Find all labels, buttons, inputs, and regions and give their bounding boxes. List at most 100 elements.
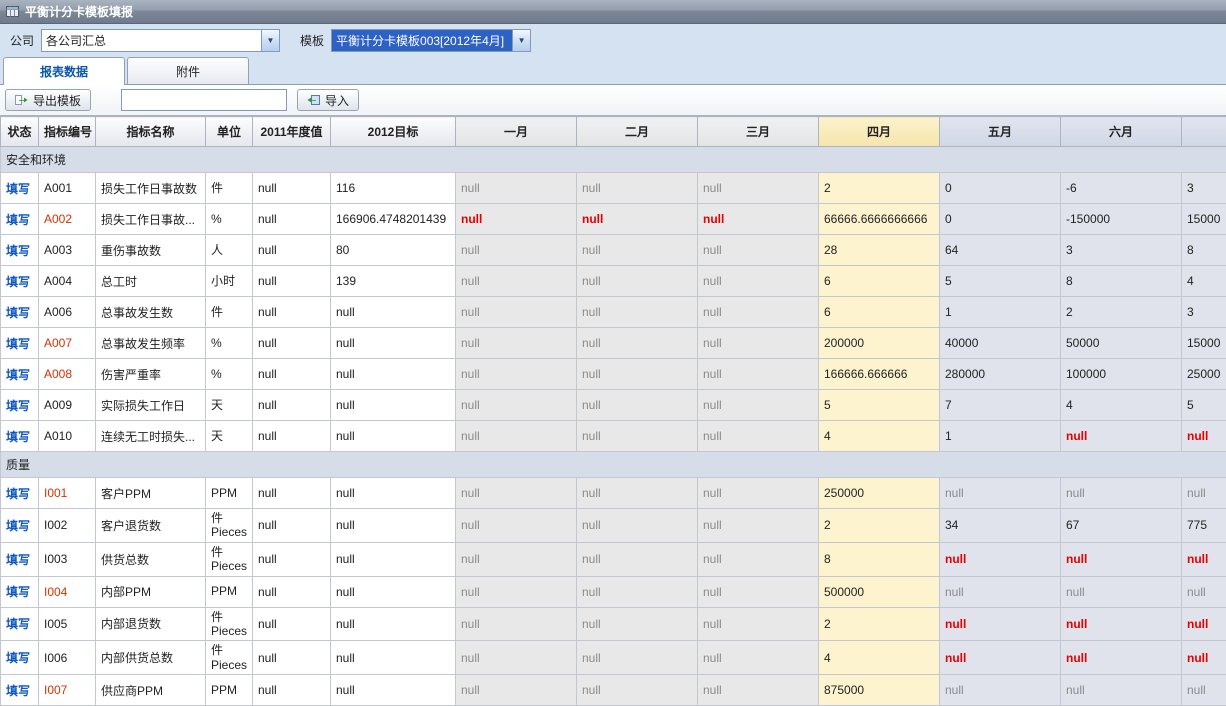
month-value-cell: null — [456, 328, 577, 359]
status-cell: 填写 — [1, 235, 39, 266]
fill-link[interactable]: 填写 — [6, 684, 30, 698]
month-value-cell: 4 — [819, 421, 940, 452]
company-select[interactable]: 各公司汇总 ▼ — [41, 29, 280, 52]
fill-link[interactable]: 填写 — [6, 553, 30, 567]
month-value-cell: 5 — [940, 266, 1061, 297]
month-value-cell: null — [698, 297, 819, 328]
status-cell: 填写 — [1, 607, 39, 641]
fill-link[interactable]: 填写 — [6, 337, 30, 351]
month-value-cell: null — [577, 576, 698, 607]
chevron-down-icon[interactable]: ▼ — [261, 30, 279, 51]
month-value-cell: null — [456, 576, 577, 607]
fill-link[interactable]: 填写 — [6, 487, 30, 501]
month-value-cell: null — [698, 390, 819, 421]
group-title: 质量 — [1, 452, 1226, 478]
status-cell: 填写 — [1, 509, 39, 543]
fill-link[interactable]: 填写 — [6, 368, 30, 382]
indicator-code-cell: A007 — [39, 328, 96, 359]
month-value-cell: null — [577, 359, 698, 390]
fill-link[interactable]: 填写 — [6, 306, 30, 320]
indicator-name-cell: 重伤事故数 — [96, 235, 206, 266]
month-value-cell: 15000 — [1182, 328, 1226, 359]
fill-link[interactable]: 填写 — [6, 585, 30, 599]
value-2011-cell: null — [253, 328, 331, 359]
status-cell: 填写 — [1, 421, 39, 452]
month-value-cell: 3 — [1061, 235, 1182, 266]
month-value-cell: 5 — [1182, 390, 1226, 421]
month-value-cell: 6 — [819, 266, 940, 297]
target-2012-cell: null — [331, 576, 456, 607]
unit-cell: 件 Pieces — [206, 542, 253, 576]
export-template-button[interactable]: 导出模板 — [5, 89, 91, 111]
unit-cell: 件 Pieces — [206, 607, 253, 641]
unit-cell: % — [206, 328, 253, 359]
month-value-cell: null — [698, 235, 819, 266]
fill-link[interactable]: 填写 — [6, 399, 30, 413]
status-cell: 填写 — [1, 204, 39, 235]
month-value-cell: null — [698, 359, 819, 390]
tab-report-data[interactable]: 报表数据 — [3, 57, 125, 85]
month-value-cell: 3 — [1182, 297, 1226, 328]
month-value-cell: -150000 — [1061, 204, 1182, 235]
month-value-cell: 875000 — [819, 675, 940, 706]
month-value-cell: null — [1061, 478, 1182, 509]
month-value-cell: 40000 — [940, 328, 1061, 359]
month-value-cell: null — [456, 266, 577, 297]
target-2012-cell: 139 — [331, 266, 456, 297]
target-2012-cell: null — [331, 421, 456, 452]
fill-link[interactable]: 填写 — [6, 275, 30, 289]
month-value-cell: 3 — [1182, 173, 1226, 204]
month-value-cell: null — [456, 641, 577, 675]
month-value-cell: 4 — [1061, 390, 1182, 421]
fill-link[interactable]: 填写 — [6, 430, 30, 444]
chevron-down-icon[interactable]: ▼ — [512, 30, 530, 51]
scorecard-table: 状态指标编号指标名称单位2011年度值2012目标一月二月三月四月五月六月 安全… — [0, 116, 1226, 706]
indicator-row: 填写I006内部供货总数件 Piecesnullnullnullnullnull… — [1, 641, 1226, 675]
target-2012-cell: null — [331, 675, 456, 706]
month-value-cell: null — [698, 421, 819, 452]
fill-link[interactable]: 填写 — [6, 519, 30, 533]
fill-link[interactable]: 填写 — [6, 244, 30, 258]
month-value-cell: 8 — [1061, 266, 1182, 297]
indicator-row: 填写I003供货总数件 Piecesnullnullnullnullnull8n… — [1, 542, 1226, 576]
month-value-cell: null — [456, 542, 577, 576]
import-file-input[interactable] — [121, 89, 287, 111]
fill-link[interactable]: 填写 — [6, 182, 30, 196]
month-value-cell: null — [456, 297, 577, 328]
value-2011-cell: null — [253, 297, 331, 328]
indicator-name-cell: 供货总数 — [96, 542, 206, 576]
target-2012-cell: null — [331, 478, 456, 509]
month-value-cell: 50000 — [1061, 328, 1182, 359]
tab-attachments[interactable]: 附件 — [127, 57, 249, 84]
month-value-cell: null — [456, 675, 577, 706]
status-cell: 填写 — [1, 478, 39, 509]
indicator-name-cell: 客户退货数 — [96, 509, 206, 543]
month-value-cell: 2 — [819, 173, 940, 204]
month-value-cell: 66666.6666666666 — [819, 204, 940, 235]
month-value-cell: null — [1061, 675, 1182, 706]
indicator-code-cell: A009 — [39, 390, 96, 421]
template-select[interactable]: 平衡计分卡模板003[2012年4月] ▼ — [331, 29, 531, 52]
month-value-cell: null — [698, 576, 819, 607]
month-value-cell: 250000 — [819, 478, 940, 509]
month-value-cell: 2 — [819, 509, 940, 543]
import-button[interactable]: 导入 — [297, 89, 359, 111]
fill-link[interactable]: 填写 — [6, 651, 30, 665]
unit-cell: 件 — [206, 173, 253, 204]
fill-link[interactable]: 填写 — [6, 213, 30, 227]
month-value-cell: null — [577, 235, 698, 266]
column-header: 一月 — [456, 117, 577, 147]
month-value-cell: null — [698, 675, 819, 706]
template-label: 模板 — [300, 32, 324, 49]
import-label: 导入 — [325, 92, 349, 109]
month-value-cell: 5 — [819, 390, 940, 421]
indicator-name-cell: 内部供货总数 — [96, 641, 206, 675]
column-header: 四月 — [819, 117, 940, 147]
export-icon — [15, 94, 28, 106]
indicator-row: 填写A008伤害严重率%nullnullnullnullnull166666.6… — [1, 359, 1226, 390]
fill-link[interactable]: 填写 — [6, 617, 30, 631]
status-cell: 填写 — [1, 542, 39, 576]
table-header: 状态指标编号指标名称单位2011年度值2012目标一月二月三月四月五月六月 — [1, 117, 1226, 147]
column-header: 指标名称 — [96, 117, 206, 147]
template-select-value: 平衡计分卡模板003[2012年4月] — [332, 30, 512, 51]
